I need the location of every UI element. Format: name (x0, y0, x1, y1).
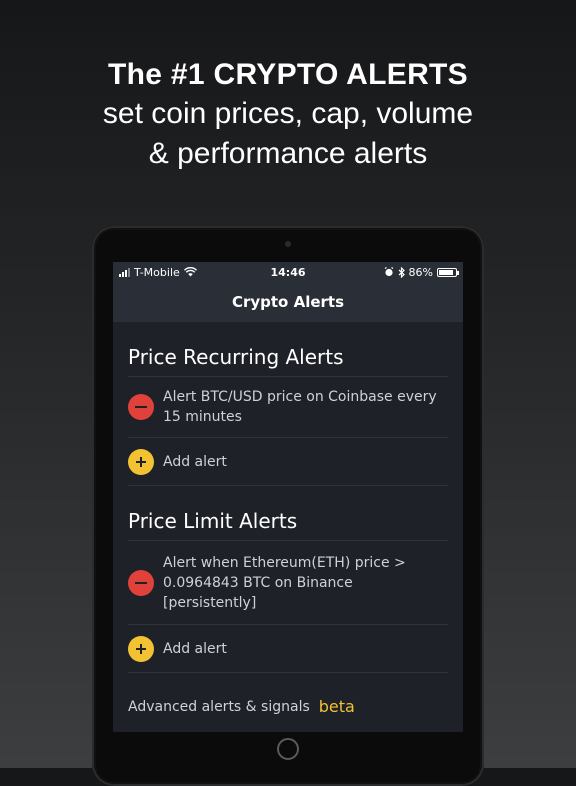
promo-title: The #1 CRYPTO ALERTS (108, 58, 468, 91)
alarm-icon (384, 267, 393, 277)
add-alert-button[interactable] (128, 635, 154, 662)
add-alert-label: Add alert (163, 453, 227, 470)
alerts-content: Price Recurring Alerts Alert BTC/USD pri… (113, 322, 463, 716)
promo-headline: The #1 CRYPTO ALERTS set coin prices, ca… (0, 56, 576, 174)
status-left: T-Mobile (119, 266, 197, 279)
delete-alert-button[interactable] (128, 569, 154, 596)
app-screen: T-Mobile 14:46 86% Crypto Alerts Price R… (113, 262, 463, 732)
front-camera (285, 241, 291, 247)
nav-bar: Crypto Alerts (113, 282, 463, 322)
alert-text: Alert BTC/USD price on Coinbase every 15… (163, 389, 437, 425)
wifi-icon (183, 267, 197, 277)
add-alert-button[interactable] (128, 448, 154, 475)
alert-row-limit[interactable]: Alert when Ethereum(ETH) price > 0.09648… (128, 541, 448, 624)
advanced-alerts-label: Advanced alerts & signals (128, 698, 310, 715)
advanced-alerts-link[interactable]: Advanced alerts & signals beta (128, 673, 448, 716)
battery-icon (437, 267, 459, 277)
add-alert-row-recurring[interactable]: Add alert (128, 438, 448, 485)
promo-subtitle-1: set coin prices, cap, volume (102, 97, 474, 130)
status-right: 86% (384, 265, 459, 279)
beta-badge: beta (318, 697, 355, 716)
section-title-recurring: Price Recurring Alerts (128, 345, 344, 369)
section-title-limit: Price Limit Alerts (128, 509, 298, 533)
carrier-label: T-Mobile (134, 265, 180, 279)
signal-icon (119, 267, 130, 277)
delete-alert-button[interactable] (128, 394, 154, 420)
promo-subtitle-2: & performance alerts (148, 137, 428, 170)
add-alert-row-limit[interactable]: Add alert (128, 625, 448, 672)
home-button[interactable] (277, 738, 299, 760)
bluetooth-icon (398, 266, 405, 278)
battery-percent: 86% (408, 265, 433, 279)
nav-title: Crypto Alerts (231, 293, 345, 311)
add-alert-label: Add alert (163, 640, 227, 657)
alert-row-recurring[interactable]: Alert BTC/USD price on Coinbase every 15… (128, 377, 448, 437)
status-bar: T-Mobile 14:46 86% (113, 262, 463, 282)
alert-text: Alert when Ethereum(ETH) price > 0.09648… (163, 554, 406, 611)
